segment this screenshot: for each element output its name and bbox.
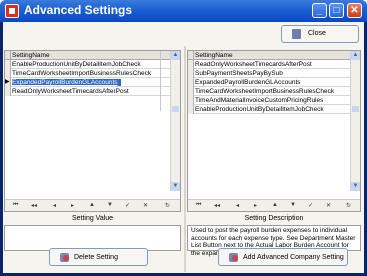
- prev-page-icon[interactable]: ◂◂: [214, 202, 220, 209]
- cell-settingname[interactable]: TimeCardWorksheetImportBusinessRulesChec…: [195, 88, 350, 95]
- vertical-scrollbar[interactable]: ▲ ▼: [170, 51, 180, 191]
- cell-settingname[interactable]: EnableProductionUnitByDetailItemJobCheck: [12, 61, 170, 68]
- window-title: Advanced Settings: [24, 3, 133, 17]
- row-selector[interactable]: [5, 87, 11, 96]
- cell-settingname[interactable]: ExpandedPayrollBurdenGLAccounts: [12, 79, 121, 86]
- first-record-icon[interactable]: ⏮: [196, 202, 201, 209]
- scroll-down-icon[interactable]: ▼: [171, 182, 180, 191]
- cell-settingname[interactable]: TimeCardWorksheetImportBusinessRulesChec…: [12, 70, 170, 77]
- table-row[interactable]: SubPaymentSheetsPayBySub: [188, 69, 350, 78]
- table-row[interactable]: TimeCardWorksheetImportBusinessRulesChec…: [5, 69, 170, 78]
- client-area: Close SettingName EnableProductionUnitBy…: [3, 22, 364, 273]
- table-row[interactable]: TimeAndMaterialInvoiceCustomPricingRules: [188, 96, 350, 105]
- setting-value-label: Setting Value: [71, 215, 114, 222]
- vertical-scrollbar[interactable]: ▲ ▼: [350, 51, 360, 191]
- available-settings-grid[interactable]: SettingName ReadOnlyWorksheetTimecardsAf…: [187, 50, 361, 212]
- delete-record-icon[interactable]: ▼: [290, 202, 296, 208]
- row-selector[interactable]: [5, 60, 11, 69]
- scroll-down-icon[interactable]: ▼: [351, 182, 360, 191]
- cell-settingname[interactable]: ExpandedPayrollBurdenGLAccounts: [195, 79, 350, 86]
- panel-splitter[interactable]: [184, 46, 186, 272]
- delete-setting-label: Delete Setting: [74, 254, 118, 261]
- row-selector[interactable]: [188, 69, 194, 78]
- data-navigator: ⏮ ◂◂ ◂ ▸ ▲ ▼ ✓ ✕ ↻: [188, 199, 360, 211]
- column-header-settingname[interactable]: SettingName: [195, 52, 233, 59]
- cancel-edit-icon[interactable]: ✕: [326, 202, 331, 209]
- next-record-icon[interactable]: ▸: [254, 202, 257, 209]
- row-selector-header: [188, 51, 194, 60]
- row-selector[interactable]: [5, 69, 11, 78]
- next-record-icon[interactable]: ▸: [71, 202, 74, 209]
- table-row[interactable]: ReadOnlyWorksheetTimecardsAfterPost: [188, 60, 350, 69]
- insert-record-icon[interactable]: ▲: [89, 202, 95, 208]
- add-advanced-setting-button[interactable]: Add Advanced Company Setting: [218, 248, 348, 266]
- row-selector[interactable]: [188, 96, 194, 105]
- window-close-button[interactable]: ✕: [347, 3, 362, 18]
- post-edit-icon[interactable]: ✓: [125, 202, 130, 209]
- table-row[interactable]: ReadOnlyWorksheetTimecardsAfterPost: [5, 87, 170, 96]
- scroll-thumb[interactable]: [352, 106, 359, 112]
- row-selector-header: [5, 51, 11, 60]
- title-bar[interactable]: Advanced Settings _ □ ✕: [0, 0, 367, 22]
- minimize-button[interactable]: _: [312, 3, 327, 18]
- app-icon: [5, 4, 19, 18]
- row-selector[interactable]: [188, 87, 194, 96]
- first-record-icon[interactable]: ⏮: [13, 202, 18, 209]
- cell-settingname[interactable]: ReadOnlyWorksheetTimecardsAfterPost: [12, 88, 170, 95]
- setting-description-label: Setting Description: [244, 215, 304, 222]
- grid-header[interactable]: SettingName: [188, 51, 350, 60]
- table-row-selected[interactable]: ▶ ExpandedPayrollBurdenGLAccounts: [5, 78, 170, 87]
- door-icon: [292, 29, 301, 39]
- table-row[interactable]: TimeCardWorksheetImportBusinessRulesChec…: [188, 87, 350, 96]
- cell-settingname[interactable]: ReadOnlyWorksheetTimecardsAfterPost: [195, 61, 350, 68]
- prev-page-icon[interactable]: ◂◂: [31, 202, 37, 209]
- close-button-label: Close: [308, 30, 326, 37]
- insert-record-icon[interactable]: ▲: [272, 202, 278, 208]
- company-settings-grid[interactable]: SettingName EnableProductionUnitByDetail…: [4, 50, 181, 212]
- current-row-marker-icon[interactable]: ▶: [5, 78, 11, 87]
- grid-header[interactable]: SettingName: [5, 51, 170, 60]
- scroll-up-icon[interactable]: ▲: [351, 51, 360, 60]
- maximize-button[interactable]: □: [329, 3, 344, 18]
- advanced-settings-window: Advanced Settings _ □ ✕ Close SettingNam…: [0, 0, 367, 276]
- row-selector[interactable]: [188, 60, 194, 69]
- post-edit-icon[interactable]: ✓: [308, 202, 313, 209]
- cell-settingname[interactable]: SubPaymentSheetsPayBySub: [195, 70, 350, 77]
- table-row[interactable]: ExpandedPayrollBurdenGLAccounts: [188, 78, 350, 87]
- row-selector[interactable]: [188, 105, 194, 114]
- refresh-icon[interactable]: ↻: [165, 202, 170, 209]
- scroll-up-icon[interactable]: ▲: [171, 51, 180, 60]
- table-row[interactable]: EnableProductionUnitByDetailItemJobCheck: [5, 60, 170, 69]
- add-icon: [229, 253, 238, 262]
- prev-record-icon[interactable]: ◂: [53, 202, 56, 209]
- delete-setting-button[interactable]: Delete Setting: [49, 248, 148, 266]
- table-row[interactable]: EnableProductionUnitByDetailItemJobCheck: [188, 105, 350, 114]
- prev-record-icon[interactable]: ◂: [236, 202, 239, 209]
- add-advanced-setting-label: Add Advanced Company Setting: [243, 254, 344, 261]
- cell-settingname[interactable]: TimeAndMaterialInvoiceCustomPricingRules: [195, 97, 350, 104]
- data-navigator: ⏮ ◂◂ ◂ ▸ ▲ ▼ ✓ ✕ ↻: [5, 199, 180, 211]
- column-divider[interactable]: [160, 51, 161, 111]
- delete-icon: [60, 253, 69, 262]
- delete-record-icon[interactable]: ▼: [107, 202, 113, 208]
- grid-body: SettingName ReadOnlyWorksheetTimecardsAf…: [188, 51, 350, 191]
- cancel-edit-icon[interactable]: ✕: [143, 202, 148, 209]
- scroll-thumb[interactable]: [172, 106, 179, 112]
- grid-body: SettingName EnableProductionUnitByDetail…: [5, 51, 170, 191]
- row-selector[interactable]: [188, 78, 194, 87]
- refresh-icon[interactable]: ↻: [346, 202, 351, 209]
- column-header-settingname[interactable]: SettingName: [12, 52, 50, 59]
- cell-settingname[interactable]: EnableProductionUnitByDetailItemJobCheck: [195, 106, 350, 113]
- close-button[interactable]: Close: [281, 25, 359, 43]
